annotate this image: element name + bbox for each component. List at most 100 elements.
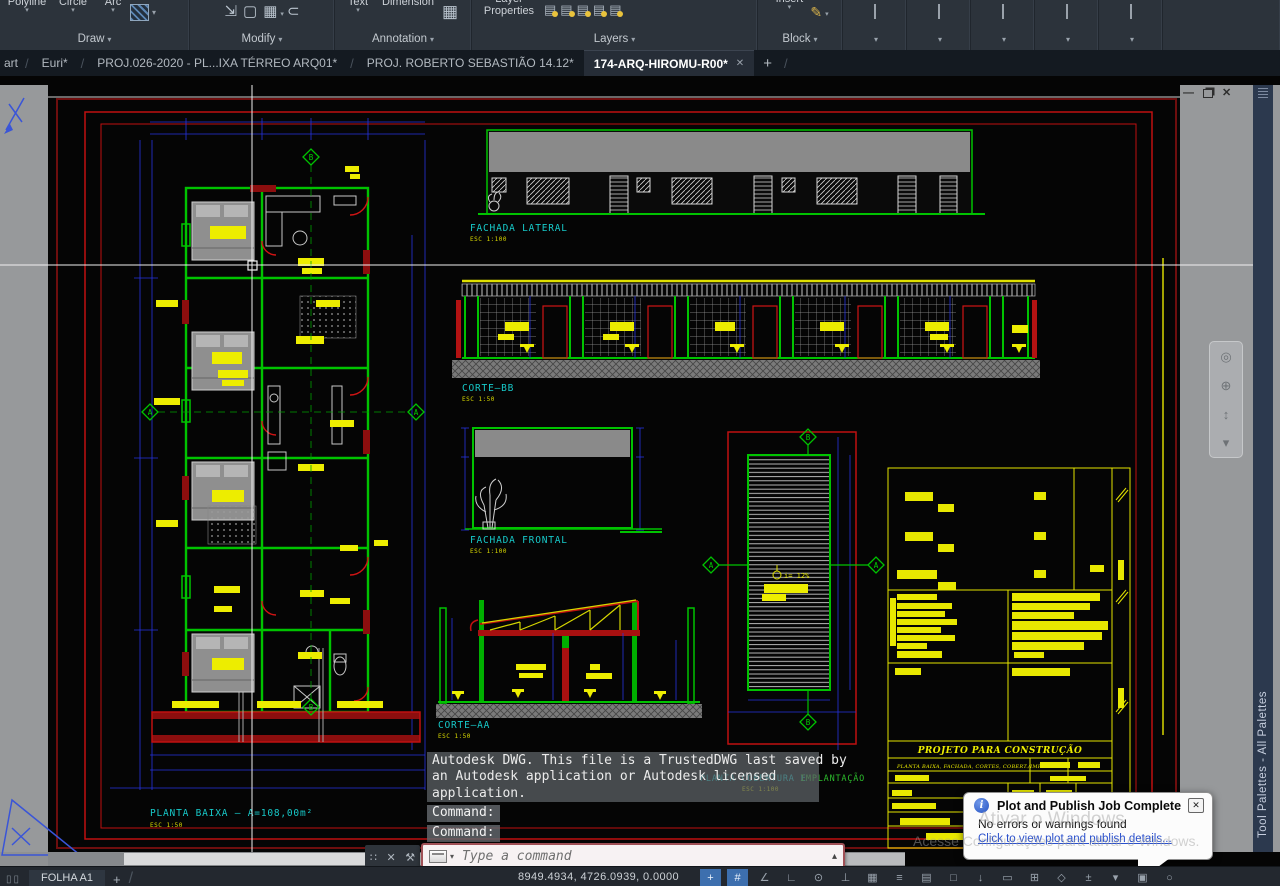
workspace-icon[interactable]: ▭ bbox=[997, 869, 1018, 886]
lineweight-icon[interactable]: ▦ bbox=[862, 869, 883, 886]
stretch-icon[interactable]: ⇲ bbox=[224, 3, 237, 21]
navigation-bar[interactable]: ◎ ⊕ ↕ ▾ bbox=[1209, 341, 1243, 458]
roof-slope-label: i= 12% bbox=[784, 572, 810, 580]
tool-palettes-bar[interactable]: Tool Palettes - All Palettes bbox=[1253, 85, 1273, 852]
ribbon-filler bbox=[1163, 0, 1280, 50]
circle-tool[interactable]: Circle▾ bbox=[50, 0, 96, 14]
corte-aa-scale: ESC 1:50 bbox=[438, 733, 471, 740]
annotation-monitor-icon[interactable]: ⊞ bbox=[1024, 869, 1045, 886]
annotation-panel-label[interactable]: Annotation▾ bbox=[335, 31, 471, 50]
titleblock-subtitle: PLANTA BAIXA, FACHADA, CORTES, COBERT./I… bbox=[896, 764, 1047, 770]
ortho-mode-icon[interactable]: ∟ bbox=[781, 869, 802, 886]
status-toggles: + # ∠ ∟ ⊙ ⊥ ▦ ≡ ▤ □ ↓ ▭ ⊞ ◇ ± ▾ ▣ ○ bbox=[700, 869, 1180, 886]
palette-grip-icon[interactable] bbox=[1258, 88, 1268, 100]
block-edit-icon[interactable]: ✎ bbox=[810, 3, 822, 21]
clean-screen-icon[interactable]: ○ bbox=[1159, 869, 1180, 886]
navigation-wheel-icon[interactable]: ◎ bbox=[1220, 349, 1231, 365]
customize-wrench-icon[interactable]: ⚒ bbox=[405, 851, 415, 864]
chevron-down-icon[interactable]: ▾ bbox=[450, 852, 454, 861]
file-tab-active-174-arq[interactable]: 174-ARQ-HIROMU-R00*✕ bbox=[584, 50, 754, 76]
chevron-down-icon[interactable]: ▾ bbox=[356, 8, 360, 14]
text-tool[interactable]: Text▾ bbox=[339, 0, 377, 14]
grid-display-icon[interactable]: # bbox=[727, 869, 748, 886]
chevron-down-icon[interactable]: ▾ bbox=[788, 5, 792, 11]
minimize-icon[interactable]: — bbox=[1183, 87, 1194, 99]
command-input[interactable] bbox=[460, 848, 828, 865]
chevron-down-icon[interactable]: ▾ bbox=[938, 35, 942, 44]
chevron-down-icon[interactable]: ▾ bbox=[1130, 35, 1134, 44]
layout-separator: / bbox=[129, 870, 133, 886]
file-tab-art[interactable]: art bbox=[0, 50, 22, 76]
ribbon-panel-modify: ⇲ ▢ ▦ ▾ ⊂ Modify▾ bbox=[190, 0, 335, 50]
annotation-scale-icon[interactable]: ↓ bbox=[970, 869, 991, 886]
polyline-tool[interactable]: Polyline▾ bbox=[4, 0, 50, 14]
ribbon-panel-collapsed-1[interactable]: ▾ bbox=[843, 0, 907, 50]
snap-mode-icon[interactable]: + bbox=[700, 869, 721, 886]
chevron-down-icon[interactable]: ▾ bbox=[1002, 35, 1006, 44]
transparency-icon[interactable]: ≡ bbox=[889, 869, 910, 886]
isolate-objects-icon[interactable]: ▾ bbox=[1105, 869, 1126, 886]
quick-properties-icon[interactable]: ± bbox=[1078, 869, 1099, 886]
chevron-down-icon[interactable]: ▾ bbox=[825, 10, 829, 18]
file-tab-proj026[interactable]: PROJ.026-2020 - PL...IXA TÉRREO ARQ01* bbox=[87, 50, 347, 76]
arc-tool[interactable]: Arc▾ bbox=[96, 0, 130, 14]
chevron-down-icon[interactable]: ▾ bbox=[280, 10, 284, 18]
drawing-viewport[interactable]: A A B B PLANTA BAIXA – A=108,00m² ESC 1:… bbox=[0, 76, 1280, 866]
close-icon[interactable]: ✕ bbox=[1188, 798, 1204, 813]
layer-off-icon[interactable]: ▤ bbox=[544, 2, 556, 18]
layers-panel-label[interactable]: Layers▾ bbox=[472, 31, 757, 50]
new-layout-button[interactable]: + bbox=[113, 872, 121, 886]
polyline-edit-icon[interactable]: ⊂ bbox=[287, 3, 300, 21]
ribbon-panel-layers: Layer Properties ▤ ▤ ▤ ▤ ▤ Layers▾ bbox=[472, 0, 758, 50]
units-icon[interactable]: ◇ bbox=[1051, 869, 1072, 886]
chevron-down-icon[interactable]: ▾ bbox=[111, 8, 115, 14]
dimension-tool[interactable]: Dimension bbox=[377, 0, 439, 8]
zoom-extents-icon[interactable]: ↕ bbox=[1223, 407, 1230, 422]
orbit-icon[interactable]: ▾ bbox=[1223, 435, 1230, 451]
offset-icon[interactable]: ▢ bbox=[243, 3, 257, 21]
object-snap-tracking-icon[interactable]: ⊥ bbox=[835, 869, 856, 886]
layer-lock-icon[interactable]: ▤ bbox=[593, 2, 605, 18]
insert-tool[interactable]: Insert▾ bbox=[771, 0, 807, 11]
chevron-down-icon[interactable]: ▾ bbox=[152, 8, 156, 17]
drag-grip-icon[interactable]: ∷ bbox=[370, 851, 377, 864]
command-line-icon[interactable] bbox=[429, 850, 447, 863]
layer-properties-button[interactable]: Layer Properties bbox=[476, 0, 542, 17]
ribbon-panel-collapsed-4[interactable]: ▾ bbox=[1035, 0, 1099, 50]
ribbon-panel-collapsed-3[interactable]: ▾ bbox=[971, 0, 1035, 50]
chevron-down-icon[interactable]: ▾ bbox=[874, 35, 878, 44]
close-icon[interactable]: ✕ bbox=[386, 851, 395, 864]
graphics-performance-icon[interactable]: ▣ bbox=[1132, 869, 1153, 886]
table-icon[interactable]: ▦ bbox=[442, 3, 458, 21]
pan-icon[interactable]: ⊕ bbox=[1221, 378, 1232, 394]
ribbon-panel-collapsed-2[interactable]: ▾ bbox=[907, 0, 971, 50]
restore-icon[interactable] bbox=[1203, 89, 1213, 98]
block-panel-label[interactable]: Block▾ bbox=[758, 31, 842, 50]
close-icon[interactable]: ✕ bbox=[736, 58, 744, 69]
close-icon[interactable]: ✕ bbox=[1222, 87, 1231, 99]
file-tab-roberto[interactable]: PROJ. ROBERTO SEBASTIÃO 14.12* bbox=[357, 50, 584, 76]
layer-freeze-icon[interactable]: ▤ bbox=[577, 2, 589, 18]
dynamic-input-icon[interactable]: □ bbox=[943, 869, 964, 886]
layout-tab-folha-a1[interactable]: FOLHA A1 bbox=[29, 870, 105, 886]
new-tab-button[interactable]: + bbox=[754, 50, 781, 76]
draw-panel-label[interactable]: Draw▾ bbox=[0, 31, 189, 50]
array-icon[interactable]: ▦ bbox=[263, 3, 277, 21]
command-prompt: Command: bbox=[427, 825, 500, 842]
ribbon-panel-collapsed-5[interactable]: ▾ bbox=[1099, 0, 1163, 50]
command-prompt: Command: bbox=[427, 805, 500, 822]
annotation-tools: Text▾ Dimension ▦ bbox=[335, 0, 471, 31]
selection-cycling-icon[interactable]: ▤ bbox=[916, 869, 937, 886]
layer-match-icon[interactable]: ▤ bbox=[609, 2, 621, 18]
osnap-icon[interactable]: ⊙ bbox=[808, 869, 829, 886]
layer-isolate-icon[interactable]: ▤ bbox=[560, 2, 572, 18]
hatch-icon[interactable] bbox=[130, 4, 149, 21]
chevron-down-icon[interactable]: ▾ bbox=[1066, 35, 1070, 44]
chevron-down-icon[interactable]: ▾ bbox=[25, 8, 29, 14]
polar-tracking-icon[interactable]: ∠ bbox=[754, 869, 775, 886]
modify-panel-label[interactable]: Modify▾ bbox=[190, 31, 334, 50]
chevron-up-icon[interactable]: ▴ bbox=[832, 851, 837, 862]
file-tab-euri[interactable]: Euri* bbox=[32, 50, 78, 76]
corte-bb-label: CORTE–BB bbox=[462, 383, 514, 394]
chevron-down-icon[interactable]: ▾ bbox=[71, 8, 75, 14]
